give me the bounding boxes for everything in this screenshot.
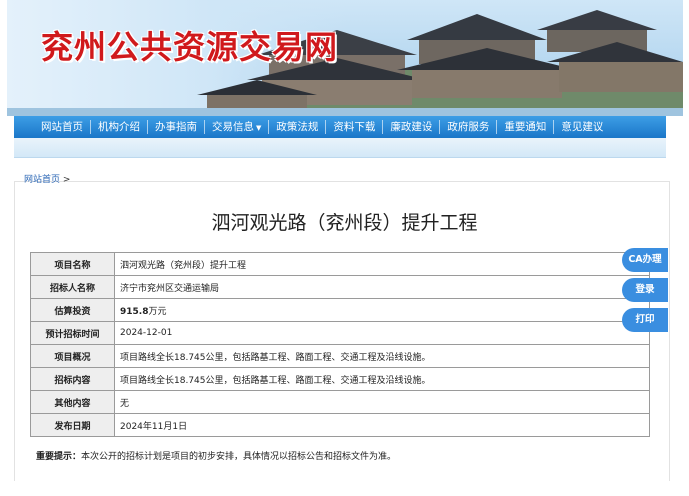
nav-item-about[interactable]: 机构介绍 [91,120,148,134]
table-row: 项目概况 项目路线全长18.745公里，包括路基工程、路面工程、交通工程及沿线设… [30,344,650,368]
print-button[interactable]: 打印 [622,308,668,332]
table-row: 招标人名称 济宁市兖州区交通运输局 [30,275,650,299]
row-label: 项目名称 [30,252,115,276]
nav-item-trade-info[interactable]: 交易信息 ▼ [205,120,270,134]
main-nav: 网站首页 机构介绍 办事指南 交易信息 ▼ 政策法规 资料下载 廉政建设 政府服务… [14,116,666,138]
table-row: 项目名称 泗河观光路（兖州段）提升工程 [30,252,650,276]
row-value: 项目路线全长18.745公里，包括路基工程、路面工程、交通工程及沿线设施。 [114,367,650,391]
important-note: 重要提示：本次公开的招标计划是项目的初步安排，具体情况以招标公告和招标文件为准。 [36,449,396,462]
login-button[interactable]: 登录 [622,278,668,302]
row-value: 泗河观光路（兖州段）提升工程 [114,252,650,276]
row-label: 估算投资 [30,298,115,322]
row-value: 无 [114,390,650,414]
nav-item-home[interactable]: 网站首页 [34,120,91,134]
breadcrumb-separator: > [62,175,71,185]
header-banner: 兖州公共资源交易网 [7,0,683,116]
site-title: 兖州公共资源交易网 [41,28,339,66]
row-value-investment: 915.8万元 [114,298,650,322]
ca-button[interactable]: CA办理 [622,248,668,272]
row-label: 项目概况 [30,344,115,368]
nav-item-feedback[interactable]: 意见建议 [554,120,610,134]
breadcrumb: 网站首页 > [24,172,70,185]
caret-down-icon: ▼ [256,124,262,132]
nav-item-trade-info-label: 交易信息 [212,121,254,133]
table-row: 招标内容 项目路线全长18.745公里，包括路基工程、路面工程、交通工程及沿线设… [30,367,650,391]
row-label: 招标人名称 [30,275,115,299]
nav-item-gov-service[interactable]: 政府服务 [440,120,498,134]
nav-item-policy[interactable]: 政策法规 [269,120,327,134]
nav-item-notices[interactable]: 重要通知 [497,120,555,134]
project-info-table: 项目名称 泗河观光路（兖州段）提升工程 招标人名称 济宁市兖州区交通运输局 估算… [30,252,650,437]
table-row: 其他内容 无 [30,390,650,414]
row-label: 预计招标时间 [30,321,115,345]
page: 兖州公共资源交易网 网站首页 机构介绍 办事指南 交易信息 ▼ 政策法规 资料下载… [0,0,689,496]
nav-item-guide[interactable]: 办事指南 [148,120,205,134]
nav-item-downloads[interactable]: 资料下载 [326,120,384,134]
note-text: 本次公开的招标计划是项目的初步安排，具体情况以招标公告和招标文件为准。 [81,452,397,462]
row-label: 招标内容 [30,367,115,391]
row-value: 2024-12-01 [114,321,650,345]
nav-subbar [14,138,666,158]
table-row: 发布日期 2024年11月1日 [30,413,650,437]
row-value: 济宁市兖州区交通运输局 [114,275,650,299]
breadcrumb-home-link[interactable]: 网站首页 [24,175,60,185]
row-value: 2024年11月1日 [114,413,650,437]
row-value: 项目路线全长18.745公里，包括路基工程、路面工程、交通工程及沿线设施。 [114,344,650,368]
nav-item-integrity[interactable]: 廉政建设 [383,120,441,134]
note-label: 重要提示： [36,452,82,462]
row-label: 其他内容 [30,390,115,414]
investment-unit: 万元 [148,306,167,317]
table-row: 预计招标时间 2024-12-01 [30,321,650,345]
table-row: 估算投资 915.8万元 [30,298,650,322]
document-title: 泗河观光路（兖州段）提升工程 [211,212,478,234]
investment-amount: 915.8 [120,306,149,317]
row-label: 发布日期 [30,413,115,437]
